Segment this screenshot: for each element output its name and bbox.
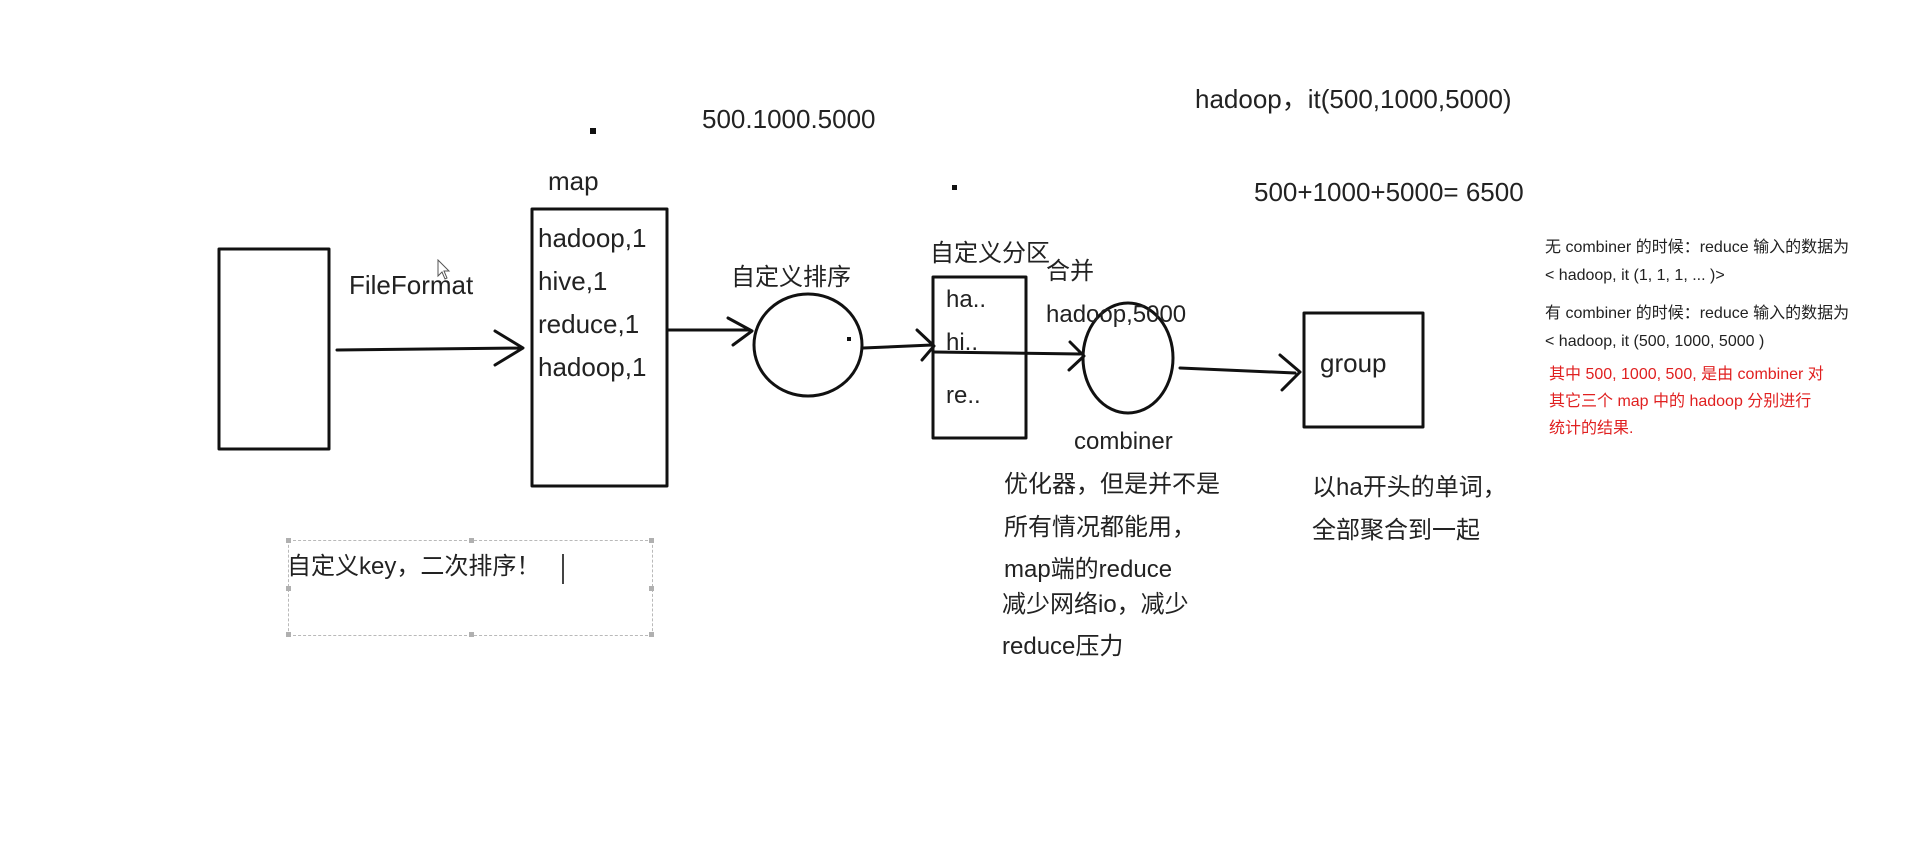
note-no-combiner-data: < hadoop, it (1, 1, 1, ... )>	[1545, 267, 1725, 284]
resize-handle[interactable]	[469, 538, 474, 543]
partition-item: ha..	[946, 286, 987, 313]
mouse-pointer-icon	[437, 259, 451, 280]
combiner-note: reduce压力	[1002, 633, 1124, 660]
combiner-label: combiner	[1074, 428, 1173, 455]
text-box-content[interactable]: 自定义key，二次排序！	[287, 555, 540, 579]
resize-handle[interactable]	[286, 586, 291, 591]
fileformat-label: FileFormat	[349, 270, 474, 300]
stray-dot	[590, 128, 596, 134]
map-label: map	[548, 166, 599, 196]
resize-handle[interactable]	[286, 538, 291, 543]
resize-handle[interactable]	[649, 586, 654, 591]
sort-label: 自定义排序	[731, 264, 851, 291]
arrow-combiner-to-group	[1178, 353, 1302, 392]
text-caret	[562, 554, 564, 584]
note-red-line: 其它三个 map 中的 hadoop 分别进行	[1549, 393, 1812, 410]
resize-handle[interactable]	[469, 632, 474, 637]
partition-label: 自定义分区	[930, 240, 1050, 267]
group-note: 以ha开头的单词，	[1312, 474, 1507, 501]
note-no-combiner: 无 combiner 的时候：reduce 输入的数据为	[1545, 239, 1850, 256]
note-with-combiner: 有 combiner 的时候：reduce 输入的数据为	[1545, 305, 1850, 322]
resize-handle[interactable]	[649, 632, 654, 637]
map-line: hadoop,1	[538, 223, 647, 253]
combiner-note: 所有情况都能用，	[1004, 514, 1196, 541]
top-values-label: 500.1000.5000	[702, 104, 876, 134]
arrow-input-to-map	[335, 329, 525, 367]
combiner-note: 减少网络io，减少	[1002, 591, 1189, 618]
stray-dot	[847, 337, 851, 341]
partition-item: re..	[946, 382, 981, 409]
arrow-sort-to-partition	[861, 328, 936, 362]
group-label: group	[1320, 348, 1387, 378]
merge-value: hadoop,5000	[1046, 301, 1187, 328]
resize-handle[interactable]	[649, 538, 654, 543]
combiner-note: map端的reduce	[1004, 556, 1173, 583]
combiner-note: 优化器，但是并不是	[1004, 471, 1220, 498]
note-red-line: 统计的结果.	[1549, 420, 1634, 437]
merge-label: 合并	[1046, 258, 1094, 285]
group-note: 全部聚合到一起	[1312, 517, 1480, 544]
top-hadoop-label: hadoop，it(500,1000,5000)	[1195, 84, 1512, 114]
sum-label: 500+1000+5000= 6500	[1254, 177, 1524, 207]
input-box	[217, 247, 331, 451]
note-with-combiner-data: < hadoop, it (500, 1000, 5000 )	[1545, 333, 1765, 350]
map-line: hive,1	[538, 266, 608, 296]
sort-circle	[752, 292, 864, 398]
resize-handle[interactable]	[286, 632, 291, 637]
arrow-map-to-sort	[666, 316, 754, 347]
map-line: hadoop,1	[538, 352, 647, 382]
text-box[interactable]: 自定义key，二次排序！	[286, 538, 654, 637]
map-line: reduce,1	[538, 309, 640, 339]
partition-item: hi..	[946, 329, 979, 356]
note-red-line: 其中 500, 1000, 500, 是由 combiner 对	[1549, 366, 1824, 383]
stray-dot	[952, 185, 957, 190]
